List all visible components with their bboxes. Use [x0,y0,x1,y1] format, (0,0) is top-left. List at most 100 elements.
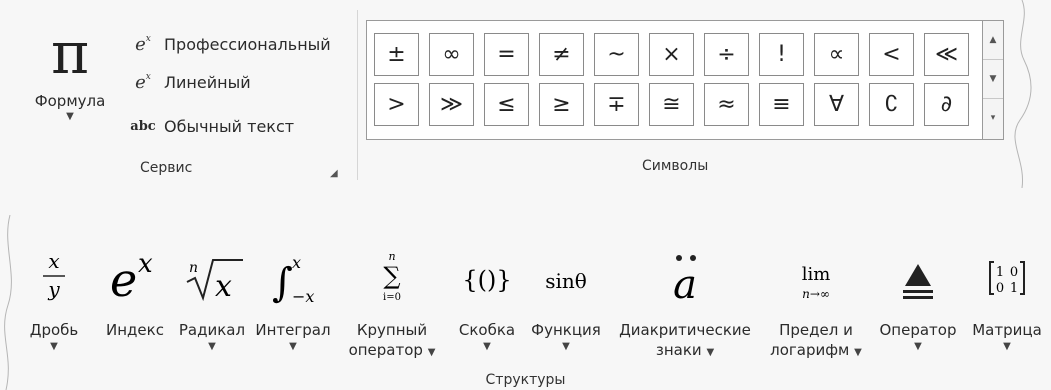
symbol-button[interactable]: ~ [594,33,639,76]
torn-edge-left [4,215,12,390]
operator-button[interactable]: Оператор ▼ [870,232,966,354]
symbol-button[interactable]: ≠ [539,33,584,76]
symbol-button[interactable]: ∓ [594,83,639,126]
large-operator-label-1: Крупный [356,321,428,339]
symbol-button[interactable]: ! [759,33,804,76]
svg-text:0: 0 [996,281,1004,296]
abc-text-icon: abc [130,118,156,134]
radical-button[interactable]: n x Радикал ▼ [174,232,250,354]
svg-text:1: 1 [1010,281,1018,296]
symbol-button[interactable]: ∁ [869,83,914,126]
svg-text:{()}: {()} [462,266,511,294]
service-group: π Формула ▼ ex Профессиональный ex Линей… [0,0,358,188]
limit-button[interactable]: lim n→∞ Предел и логарифм ▼ [764,232,868,360]
svg-text:1: 1 [996,265,1004,280]
radical-icon: n x [174,232,250,320]
svg-text:x: x [215,269,232,304]
plain-text-label: Обычный текст [164,116,295,136]
integral-button[interactable]: ∫ x −x Интеграл ▼ [252,232,334,354]
matrix-icon: 1 0 0 1 [966,232,1048,320]
fraction-button[interactable]: x y Дробь ▼ [18,232,90,354]
operator-label: Оператор [879,321,957,339]
accent-button[interactable]: a Диакритические знаки ▼ [612,232,758,360]
symbol-button[interactable]: = [484,33,529,76]
symbol-button[interactable]: ≪ [924,33,969,76]
symbols-group-label: Символы [642,158,709,174]
svg-text:∫: ∫ [272,260,293,306]
large-operator-label-2: оператор ▼ [348,341,436,359]
linear-format-icon: ex [135,71,151,93]
function-icon: sinθ [526,232,606,320]
accent-label-2: знаки ▼ [655,341,715,359]
svg-text:n→∞: n→∞ [802,287,830,301]
structures-group-label: Структуры [485,372,566,388]
pi-icon: π [50,19,90,87]
chevron-down-icon: ▼ [289,341,297,352]
svg-text:x: x [292,253,301,272]
professional-format-icon: ex [135,33,151,55]
chevron-down-icon: ▼ [562,341,570,352]
scroll-down-icon[interactable]: ▼ [983,60,1003,99]
chevron-down-icon: ▼ [914,341,922,352]
function-label: Функция [531,321,601,339]
bracket-icon: {()} [452,232,522,320]
accent-label-1: Диакритические [619,321,751,339]
symbol-button[interactable]: ≅ [649,83,694,126]
chevron-down-icon: ▼ [1003,341,1011,352]
professional-label: Профессиональный [164,34,331,54]
svg-text:sinθ: sinθ [545,269,587,293]
symbol-button[interactable]: > [374,83,419,126]
symbol-button[interactable]: ± [374,33,419,76]
svg-text:a: a [673,262,697,308]
svg-text:y: y [47,277,60,301]
chevron-down-icon: ▼ [208,341,216,352]
symbol-button[interactable]: ∂ [924,83,969,126]
matrix-button[interactable]: 1 0 0 1 Матрица ▼ [966,232,1048,354]
radical-label: Радикал [178,321,246,339]
svg-text:e: e [110,253,137,306]
linear-label: Линейный [164,72,251,92]
bracket-label: Скобка [458,321,516,339]
professional-button[interactable]: ex Профессиональный [130,30,331,58]
service-group-label: Сервис [140,160,193,176]
symbol-button[interactable]: × [649,33,694,76]
bracket-button[interactable]: {()} Скобка ▼ [452,232,522,354]
matrix-label: Матрица [972,321,1042,339]
svg-text:x: x [48,249,59,273]
function-button[interactable]: sinθ Функция ▼ [526,232,606,354]
torn-edge [1014,0,1032,188]
symbol-button[interactable]: ≫ [429,83,474,126]
integral-icon: ∫ x −x [252,232,334,320]
large-operator-button[interactable]: n ∑ i=0 Крупный оператор ▼ [340,232,444,360]
scroll-up-icon[interactable]: ▲ [983,21,1003,60]
symbol-button[interactable]: < [869,33,914,76]
script-label: Индекс [106,321,164,339]
symbol-button[interactable]: ≥ [539,83,584,126]
summation-icon: n ∑ i=0 [340,232,444,320]
limit-label-2: логарифм ▼ [770,341,862,359]
symbol-button[interactable]: ≤ [484,83,529,126]
svg-text:i=0: i=0 [383,292,401,303]
fraction-icon: x y [18,232,90,320]
gallery-more-icon[interactable]: ▾ [983,99,1003,137]
symbol-button[interactable]: ≈ [704,83,749,126]
script-button[interactable]: e x Индекс [96,232,174,340]
chevron-down-icon: ▼ [66,111,74,122]
linear-button[interactable]: ex Линейный [130,68,251,96]
symbol-button[interactable]: ÷ [704,33,749,76]
integral-label: Интеграл [255,321,331,339]
svg-text:−x: −x [292,287,314,306]
operator-icon [870,232,966,320]
fraction-label: Дробь [29,321,79,339]
formula-button[interactable]: π Формула ▼ [18,18,122,158]
symbols-scrollbar[interactable]: ▲ ▼ ▾ [982,20,1004,140]
symbol-button[interactable]: ∀ [814,83,859,126]
symbol-button[interactable]: ∝ [814,33,859,76]
dialog-launcher-icon[interactable]: ◢ [330,168,344,180]
symbol-button[interactable]: ∞ [429,33,474,76]
symbol-button[interactable]: ≡ [759,83,804,126]
plain-text-button[interactable]: abc Обычный текст [130,112,294,140]
svg-text:∑: ∑ [383,262,400,290]
chevron-down-icon: ▼ [483,341,491,352]
svg-text:lim: lim [802,264,831,285]
